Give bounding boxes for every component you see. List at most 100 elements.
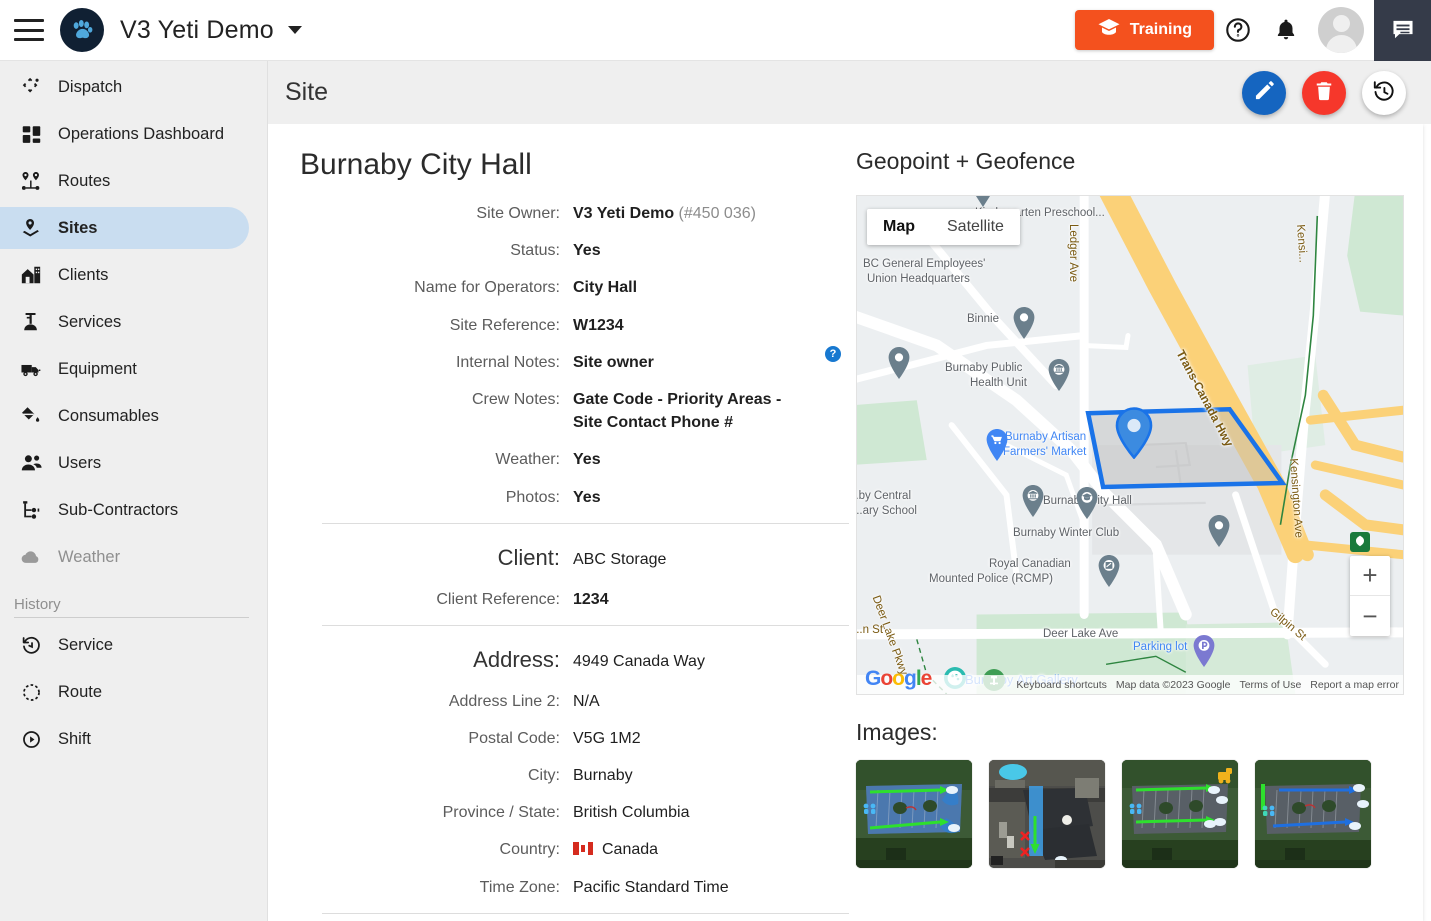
chevron-down-icon[interactable]: [287, 26, 302, 34]
sidebar-item-label: Routes: [58, 171, 111, 190]
sidebar-item-weather[interactable]: Weather: [0, 536, 249, 578]
image-thumbnail-4[interactable]: [1255, 760, 1371, 868]
trash-icon: [1313, 80, 1335, 105]
client-name: ABC Storage: [573, 550, 667, 568]
sidebar-item-label: Weather: [58, 547, 121, 566]
bell-icon[interactable]: [1262, 6, 1310, 54]
sidebar-item-consumables[interactable]: Consumables: [0, 395, 249, 437]
hamburger-icon[interactable]: [14, 19, 44, 41]
report-map-error-link[interactable]: Report a map error: [1310, 679, 1399, 691]
sidebar-item-services[interactable]: Services: [0, 301, 249, 343]
edit-button[interactable]: [1242, 70, 1286, 115]
image-thumbnail-3[interactable]: [1122, 760, 1238, 868]
detail-row-status: Status: Yes: [300, 239, 828, 262]
geopoint-marker[interactable]: [1115, 407, 1153, 459]
chat-bubble-icon[interactable]: [1374, 0, 1431, 61]
site-name: Burnaby City Hall: [300, 148, 532, 181]
sidebar-item-label: Equipment: [58, 359, 137, 378]
sidebar-item-clients[interactable]: Clients: [0, 254, 249, 296]
map-pin-rcmp[interactable]: [1097, 554, 1121, 588]
sidebar-item-label: Service: [58, 635, 114, 654]
dashboard-icon: [18, 122, 44, 146]
map-zoom-controls[interactable]: + −: [1350, 556, 1390, 636]
sidebar-item-routes[interactable]: Routes: [0, 160, 249, 202]
map-pin-winter-club[interactable]: [1207, 514, 1231, 548]
page-actions: [1242, 70, 1406, 115]
sidebar-item-operations-dashboard[interactable]: Operations Dashboard: [0, 113, 249, 155]
services-icon: [18, 310, 44, 334]
users-icon: [18, 451, 44, 475]
map-type-toggle[interactable]: Map Satellite: [867, 209, 1020, 245]
sidebar-item-history-service[interactable]: Service: [0, 624, 249, 666]
zoom-in-button[interactable]: +: [1350, 556, 1390, 596]
site-map-annotation-3: [1122, 760, 1238, 868]
sidebar-item-dispatch[interactable]: Dispatch: [0, 66, 249, 108]
map-pin[interactable]: [887, 346, 911, 380]
detail-value: V3 Yeti Demo (#450 036): [573, 202, 756, 225]
map-pin-preschool[interactable]: [974, 195, 992, 210]
map-pin[interactable]: [1012, 306, 1036, 340]
section-divider: [322, 624, 849, 626]
sidebar-item-history-shift[interactable]: Shift: [0, 718, 249, 760]
sidebar-item-label: Route: [58, 682, 103, 701]
sidebar-item-label: Clients: [58, 265, 109, 284]
detail-label: Address Line 2:: [448, 692, 560, 710]
image-thumbnail-1[interactable]: [856, 760, 972, 868]
detail-row-site-reference: Site Reference: W1234: [300, 314, 828, 337]
address-line-1: 4949 Canada Way: [573, 652, 705, 670]
map-pin-parking[interactable]: [1192, 634, 1216, 668]
sidebar-item-label: Users: [58, 453, 102, 472]
graduation-cap-icon: [1097, 16, 1121, 45]
sidebar-item-history-route[interactable]: Route: [0, 671, 249, 713]
detail-value: V5G 1M2: [573, 729, 641, 747]
history-service-icon: [18, 633, 44, 657]
history-button[interactable]: [1362, 70, 1406, 115]
map-type-satellite[interactable]: Satellite: [931, 209, 1020, 245]
site-owner-help-icon[interactable]: ?: [825, 346, 841, 362]
site-detail-card: Burnaby City Hall Site Owner: V3 Yeti De…: [268, 124, 1423, 921]
sidebar-item-users[interactable]: Users: [0, 442, 249, 484]
history-clock-icon: [1372, 79, 1396, 106]
map-pin-school[interactable]: [1075, 486, 1099, 520]
site-map-annotation-2: [989, 760, 1105, 868]
sidebar-item-sites[interactable]: Sites: [0, 207, 249, 249]
country-name: Canada: [602, 841, 659, 859]
detail-row-address-line-2: Address Line 2: N/A: [300, 690, 828, 713]
image-thumbnail-2[interactable]: [989, 760, 1105, 868]
detail-label: Province / State:: [442, 804, 560, 822]
history-route-icon: [18, 680, 44, 704]
zoom-out-button[interactable]: −: [1350, 596, 1390, 636]
map-pin-burnaby-city-hall[interactable]: [1021, 484, 1045, 518]
equipment-truck-icon: [18, 357, 44, 381]
detail-row-site-owner: Site Owner: V3 Yeti Demo (#450 036): [300, 202, 828, 225]
terms-of-use-link[interactable]: Terms of Use: [1239, 679, 1301, 691]
detail-row-crew-notes: Crew Notes: Gate Code - Priority Areas -…: [300, 388, 828, 434]
canada-flag-icon: [573, 842, 593, 856]
site-map-annotation-1: [856, 760, 972, 868]
delete-button[interactable]: [1302, 70, 1346, 115]
map-pin-health-unit[interactable]: [1047, 358, 1071, 392]
top-bar: V3 Yeti Demo Training: [0, 0, 1431, 61]
images-thumbnail-list: [856, 760, 1388, 868]
sidebar-item-equipment[interactable]: Equipment: [0, 348, 249, 390]
detail-label: Internal Notes:: [455, 353, 560, 371]
detail-label: Weather:: [495, 451, 560, 469]
sidebar-item-sub-contractors[interactable]: Sub-Contractors: [0, 489, 249, 531]
weather-cloud-icon: [18, 545, 44, 569]
detail-row-photos: Photos: Yes: [300, 486, 828, 509]
detail-value: Yes: [573, 451, 601, 469]
detail-row-name-for-operators: Name for Operators: City Hall: [300, 276, 828, 299]
page-header: Site: [268, 61, 1431, 124]
keyboard-shortcuts-link[interactable]: Keyboard shortcuts: [1016, 679, 1106, 691]
detail-label: Site Owner:: [476, 205, 560, 222]
map-container[interactable]: Kindergarten Preschool... BC General Emp…: [856, 195, 1404, 695]
map-type-map[interactable]: Map: [867, 209, 931, 245]
map-pin-farmers-market[interactable]: [985, 428, 1009, 462]
question-circle-icon[interactable]: [1214, 6, 1262, 54]
detail-value: Pacific Standard Time: [573, 878, 729, 896]
detail-value: W1234: [573, 316, 624, 334]
avatar[interactable]: [1318, 7, 1364, 53]
geopoint-geofence-heading: Geopoint + Geofence: [856, 148, 1076, 174]
training-button[interactable]: Training: [1074, 10, 1214, 50]
detail-label: Country:: [499, 841, 560, 859]
